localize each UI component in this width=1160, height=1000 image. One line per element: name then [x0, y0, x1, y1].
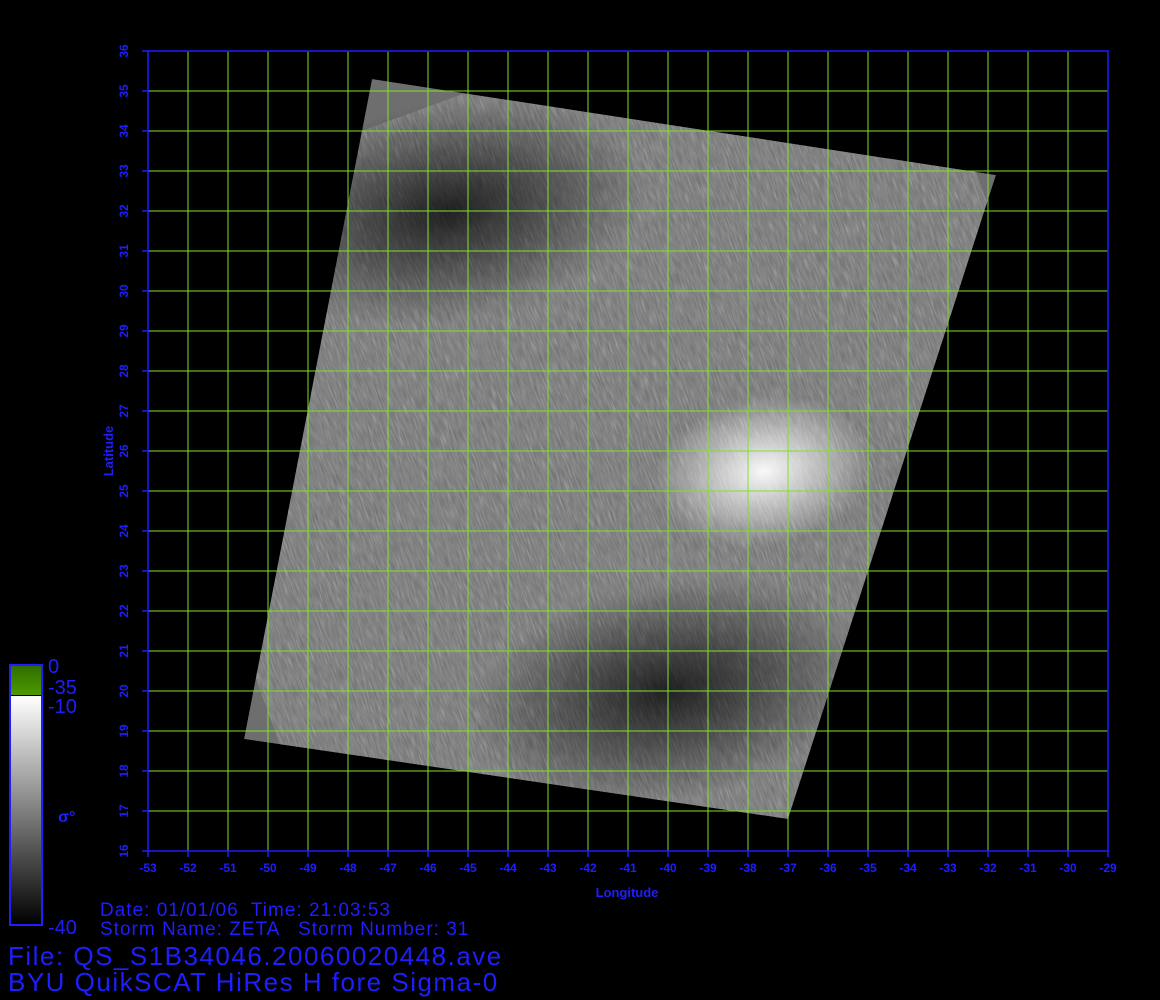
product-title-line: BYU QuikSCAT HiRes H fore Sigma-0	[8, 967, 499, 997]
y-tick-label: 19	[117, 724, 131, 738]
x-tick-label: -35	[859, 861, 877, 875]
x-tick-label: -31	[1019, 861, 1037, 875]
y-tick-label: 33	[117, 164, 131, 178]
y-tick-label: 23	[117, 564, 131, 578]
x-tick-label: -34	[899, 861, 917, 875]
x-axis-label: Longitude	[596, 885, 659, 900]
x-tick-label: -45	[459, 861, 477, 875]
x-tick-label: -49	[299, 861, 317, 875]
colorbar-tick-label: -40	[48, 917, 77, 939]
colorbar-title: σ°	[58, 809, 75, 826]
x-tick-label: -41	[619, 861, 637, 875]
colorbar: 0-35-10-40σ°	[9, 656, 77, 939]
x-tick-label: -47	[379, 861, 397, 875]
colorbar-tick-label: -10	[48, 696, 77, 718]
sigma0-plot: -53 -52 -51 -50 -49 -48 -47 -46 -45 -44 -43 -42 -41 -…	[9, 44, 1117, 939]
x-tick-label: -46	[419, 861, 437, 875]
x-tick-label: -29	[1099, 861, 1117, 875]
y-tick-label: 22	[117, 604, 131, 618]
y-tick-label: 24	[117, 524, 131, 538]
y-tick-label: 27	[117, 404, 131, 418]
file-name-line: File: QS_S1B34046.20060020448.ave	[8, 941, 503, 971]
x-tick-label: -33	[939, 861, 957, 875]
y-tick-labels: 16 17 18 19 20 21 22 23 24 25 26 27 28 29 30 31 32 33 34 35…	[117, 44, 131, 858]
x-tick-label: -39	[699, 861, 717, 875]
y-tick-label: 17	[117, 804, 131, 818]
y-tick-label: 35	[117, 84, 131, 98]
colorbar-tick-label: 0	[48, 656, 59, 678]
x-tick-label: -50	[259, 861, 277, 875]
x-tick-label: -53	[139, 861, 157, 875]
y-tick-label: 18	[117, 764, 131, 778]
y-tick-label: 26	[117, 444, 131, 458]
x-tick-label: -32	[979, 861, 997, 875]
date-time-line: Date: 01/01/06 Time: 21:03:53	[100, 900, 391, 921]
colorbar-gray-band	[10, 696, 42, 925]
x-tick-label: -36	[819, 861, 837, 875]
colorbar-green-band	[10, 665, 42, 695]
y-tick-label: 28	[117, 364, 131, 378]
x-tick-label: -44	[499, 861, 517, 875]
y-tick-label: 20	[117, 684, 131, 698]
y-tick-label: 16	[117, 844, 131, 858]
x-tick-label: -37	[779, 861, 797, 875]
x-tick-label: -52	[179, 861, 197, 875]
x-tick-label: -42	[579, 861, 597, 875]
swath-image-layer	[244, 79, 996, 819]
x-tick-label: -38	[739, 861, 757, 875]
y-tick-label: 25	[117, 484, 131, 498]
x-tick-label: -48	[339, 861, 357, 875]
y-tick-label: 34	[117, 124, 131, 138]
x-tick-label: -30	[1059, 861, 1077, 875]
swath	[244, 79, 996, 819]
y-axis-label: Latitude	[101, 426, 116, 477]
y-tick-label: 29	[117, 324, 131, 338]
x-tick-label: -51	[219, 861, 237, 875]
y-tick-label: 36	[117, 44, 131, 58]
lat-lon-grid	[148, 51, 1108, 851]
y-tick-label: 31	[117, 244, 131, 258]
y-tick-label: 21	[117, 644, 131, 658]
x-tick-label: -43	[539, 861, 557, 875]
y-tick-label: 32	[117, 204, 131, 218]
y-tick-label: 30	[117, 284, 131, 298]
storm-info-line: Storm Name: ZETA Storm Number: 31	[100, 919, 470, 940]
x-tick-labels: -53 -52 -51 -50 -49 -48 -47 -46 -45 -44 -43 -42 -41 -…	[139, 861, 1117, 875]
x-tick-label: -40	[659, 861, 677, 875]
